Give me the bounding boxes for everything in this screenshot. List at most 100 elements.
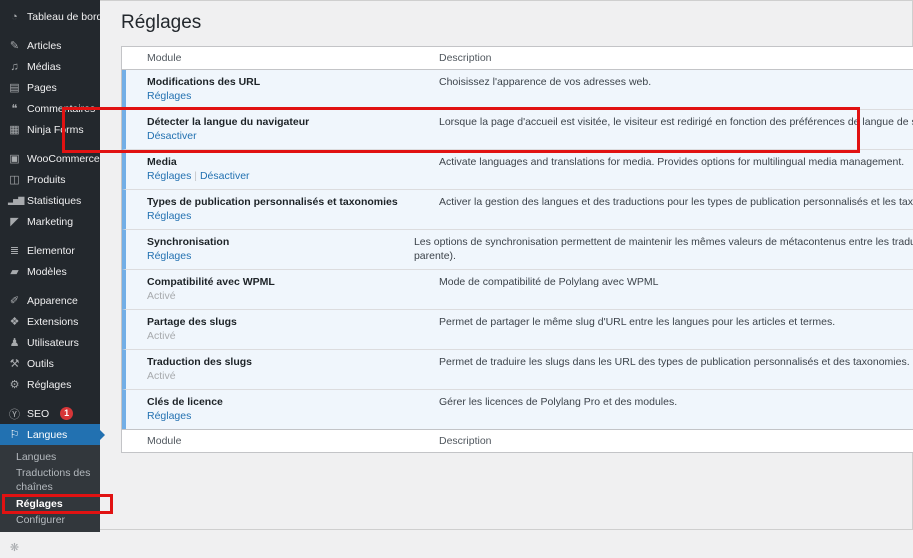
sidebar-item-articles[interactable]: ✎ Articles	[0, 35, 100, 56]
appearance-brush-icon: ✐	[8, 294, 21, 307]
sidebar-item-utilisateurs[interactable]: ♟ Utilisateurs	[0, 332, 100, 353]
form-icon: ▦	[8, 123, 21, 136]
sidebar-item-label: WooCommerce	[27, 153, 100, 165]
row-slug-translation: Traduction des slugs Activé Permet de tr…	[122, 349, 913, 389]
submenu-item-langues[interactable]: Langues	[0, 449, 100, 465]
row-status-active: Activé	[147, 290, 176, 302]
module-description: Choisissez l'apparence de vos adresses w…	[439, 75, 913, 89]
sidebar-item-label: Statistiques	[27, 195, 81, 207]
tools-icon: ⚒	[8, 357, 21, 370]
row-action-desactiver[interactable]: Désactiver	[200, 170, 250, 182]
sidebar-item-reglages[interactable]: ⚙ Réglages	[0, 374, 100, 395]
column-header-description: Description	[429, 52, 913, 64]
sidebar-item-elementor[interactable]: ≣ Elementor	[0, 240, 100, 261]
module-title: Modifications des URL	[147, 75, 421, 89]
seo-notification-badge: 1	[60, 407, 73, 420]
module-title: Compatibilité avec WPML	[147, 275, 421, 289]
module-description: Mode de compatibilité de Polylang avec W…	[439, 275, 913, 289]
row-status-active: Activé	[147, 330, 176, 342]
sidebar-item-label: Elementor	[27, 245, 75, 257]
row-custom-post-types-taxonomies: Types de publication personnalisés et ta…	[122, 189, 913, 229]
sidebar-item-commentaires[interactable]: ❝ Commentaires	[0, 98, 100, 119]
pages-icon: ▤	[8, 81, 21, 94]
sidebar-item-label: Articles	[27, 40, 61, 52]
action-separator: |	[191, 170, 200, 182]
sidebar-item-label: Réglages	[27, 379, 71, 391]
sidebar-item-label: Produits	[27, 174, 66, 186]
module-description: Permet de partager le même slug d'URL en…	[439, 315, 913, 329]
row-status-active: Activé	[147, 370, 176, 382]
sidebar-item-pages[interactable]: ▤ Pages	[0, 77, 100, 98]
module-description-line2: parente).	[414, 249, 913, 263]
sidebar-item-label: Modèles	[27, 266, 67, 278]
row-action-desactiver[interactable]: Désactiver	[147, 130, 197, 142]
row-action-reglages[interactable]: Réglages	[147, 170, 191, 182]
submenu-item-traductions-des-chaines[interactable]: Traductions des chaînes	[0, 465, 100, 495]
module-title: Media	[147, 155, 421, 169]
row-browser-language-detect: Détecter la langue du navigateur Désacti…	[122, 109, 913, 149]
sidebar-item-label: Marketing	[27, 216, 73, 228]
row-action-reglages[interactable]: Réglages	[147, 250, 191, 262]
sidebar-item-woocommerce[interactable]: ▣ WooCommerce	[0, 148, 100, 169]
sidebar-item-extensions[interactable]: ❖ Extensions	[0, 311, 100, 332]
wps-bidouille-icon: ❋	[8, 541, 21, 554]
sidebar-item-seo[interactable]: Ⓨ SEO 1	[0, 403, 100, 424]
posts-icon: ✎	[8, 39, 21, 52]
sidebar-item-label: Apparence	[27, 295, 78, 307]
sidebar-item-label: Tableau de bord	[27, 11, 102, 23]
sidebar-item-label: Ninja Forms	[27, 124, 84, 136]
sidebar-item-outils[interactable]: ⚒ Outils	[0, 353, 100, 374]
module-description: Lorsque la page d'accueil est visitée, l…	[439, 115, 913, 129]
sidebar-item-label: SEO	[27, 408, 49, 420]
module-description: Activer la gestion des langues et des tr…	[439, 195, 913, 209]
row-action-reglages[interactable]: Réglages	[147, 410, 191, 422]
row-action-reglages[interactable]: Réglages	[147, 210, 191, 222]
langues-submenu: Langues Traductions des chaînes Réglages…	[0, 445, 100, 532]
dashboard-icon: ◔	[8, 11, 21, 23]
sidebar-item-label: Extensions	[27, 316, 78, 328]
module-title: Traduction des slugs	[147, 355, 421, 369]
sidebar-item-label: Langues	[27, 429, 67, 441]
users-icon: ♟	[8, 336, 21, 349]
module-description: Activate languages and translations for …	[439, 155, 913, 169]
sidebar-item-label: Outils	[27, 358, 54, 370]
sidebar-item-produits[interactable]: ◫ Produits	[0, 169, 100, 190]
submenu-item-configurer[interactable]: Configurer	[0, 512, 100, 528]
row-license-keys: Clés de licence Réglages Gérer les licen…	[122, 389, 913, 429]
row-action-reglages[interactable]: Réglages	[147, 90, 191, 102]
sidebar-item-medias[interactable]: ♫ Médias	[0, 56, 100, 77]
table-header-row: Module Description	[122, 47, 913, 70]
sidebar-item-ninja-forms[interactable]: ▦ Ninja Forms	[0, 119, 100, 140]
column-footer-description: Description	[429, 435, 913, 447]
sidebar-item-label: WPS Bidouille	[27, 541, 94, 553]
elementor-icon: ≣	[8, 244, 21, 257]
row-media: Media Réglages | Désactiver Activate lan…	[122, 149, 913, 189]
products-icon: ◫	[8, 173, 21, 186]
row-url-modifications: Modifications des URL Réglages Choisisse…	[122, 70, 913, 109]
sidebar-item-marketing[interactable]: ◤ Marketing	[0, 211, 100, 232]
sidebar-item-modeles[interactable]: ▰ Modèles	[0, 261, 100, 282]
polylang-modules-table: Module Description Modifications des URL…	[121, 46, 913, 453]
admin-sidebar: ◔ Tableau de bord ✎ Articles ♫ Médias ▤ …	[0, 0, 100, 530]
templates-icon: ▰	[8, 265, 21, 278]
table-footer-row: Module Description	[122, 429, 913, 452]
column-header-module: Module	[122, 52, 429, 64]
sidebar-item-label: Commentaires	[27, 103, 95, 115]
module-description: Gérer les licences de Polylang Pro et de…	[439, 395, 913, 409]
settings-gear-icon: ⚙	[8, 378, 21, 391]
comments-icon: ❝	[8, 102, 21, 115]
sidebar-item-statistiques[interactable]: ▂▅▇ Statistiques	[0, 190, 100, 211]
sidebar-item-langues[interactable]: ⚐ Langues	[0, 424, 100, 445]
stats-bar-chart-icon: ▂▅▇	[8, 196, 21, 205]
sidebar-item-wps-bidouille[interactable]: ❋ WPS Bidouille	[0, 537, 100, 558]
submenu-item-reglages[interactable]: Réglages	[0, 496, 100, 512]
languages-flag-icon: ⚐	[8, 428, 21, 441]
sidebar-item-apparence[interactable]: ✐ Apparence	[0, 290, 100, 311]
sidebar-item-tableau-de-bord[interactable]: ◔ Tableau de bord	[0, 6, 100, 27]
row-slug-sharing: Partage des slugs Activé Permet de parta…	[122, 309, 913, 349]
sidebar-item-label: Pages	[27, 82, 57, 94]
yoast-seo-icon: Ⓨ	[8, 406, 21, 422]
media-icon: ♫	[8, 61, 21, 73]
module-description: Permet de traduire les slugs dans les UR…	[439, 355, 913, 369]
module-title: Synchronisation	[147, 235, 396, 249]
